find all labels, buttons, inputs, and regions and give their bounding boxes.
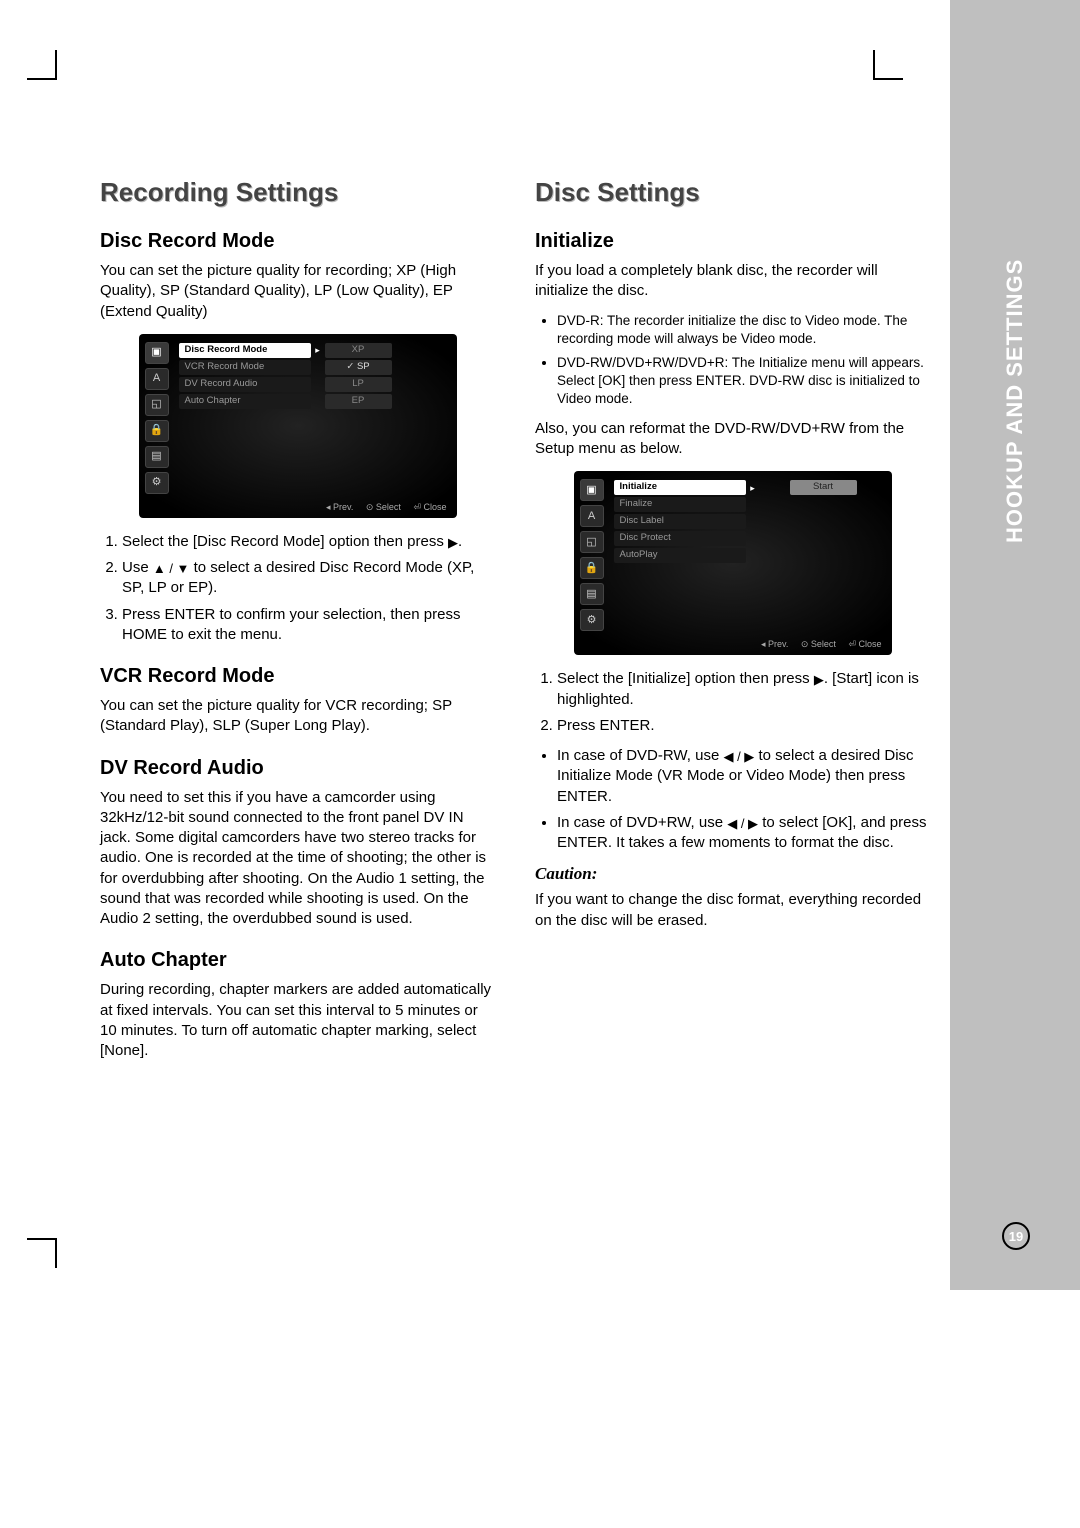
section-title: Disc Settings (535, 175, 930, 210)
osd-item: VCR Record Mode (179, 360, 311, 375)
osd-footer: ◂ Prev. ⊙ Select ⏎ Close (578, 635, 888, 651)
osd-icon: ◱ (145, 394, 169, 416)
step-list: Select the [Disc Record Mode] option the… (100, 532, 495, 645)
osd-screenshot-disc: ▣ A ◱ 🔒 ▤ ⚙ Initialize▸ Start Finalize Di… (574, 471, 892, 655)
body-text: You can set the picture quality for reco… (100, 261, 495, 322)
right-arrow-icon: ▶ (448, 535, 458, 550)
osd-value: XP (325, 343, 392, 358)
osd-item: DV Record Audio (179, 377, 311, 392)
bullet-list: In case of DVD-RW, use ◀ / ▶ to select a… (535, 746, 930, 853)
subsection-heading: Auto Chapter (100, 947, 495, 974)
osd-arrow-icon: ▸ (313, 344, 323, 356)
osd-arrow-icon: ▸ (748, 482, 758, 494)
osd-icon: 🔒 (145, 420, 169, 442)
list-item: Select the [Initialize] option then pres… (557, 669, 930, 710)
section-tab: HOOKUP AND SETTINGS 19 (950, 0, 1080, 1290)
crop-mark (55, 50, 57, 80)
osd-item: AutoPlay (614, 548, 746, 563)
osd-item: Auto Chapter (179, 394, 311, 409)
osd-value: LP (325, 377, 392, 392)
osd-footer-prev: ◂ Prev. (761, 639, 788, 649)
bullet-list: DVD-R: The recorder initialize the disc … (535, 312, 930, 409)
osd-icon-rail: ▣ A ◱ 🔒 ▤ ⚙ (578, 475, 612, 635)
osd-menu: Initialize▸ Start Finalize Disc Label Dis… (612, 475, 888, 635)
osd-screenshot-record: ▣ A ◱ 🔒 ▤ ⚙ Disc Record Mode▸XP VCR Reco… (139, 334, 457, 518)
osd-icon: 🔒 (580, 557, 604, 579)
list-item: In case of DVD-RW, use ◀ / ▶ to select a… (557, 746, 930, 807)
osd-footer: ◂ Prev. ⊙ Select ⏎ Close (143, 498, 453, 514)
subsection-heading: Initialize (535, 228, 930, 255)
osd-item: Initialize (614, 480, 746, 495)
body-text: If you load a completely blank disc, the… (535, 261, 930, 302)
osd-item: Disc Label (614, 514, 746, 529)
list-item: DVD-RW/DVD+RW/DVD+R: The Initialize menu… (557, 354, 930, 409)
osd-icon: ▤ (145, 446, 169, 468)
left-right-arrow-icon: ◀ / ▶ (727, 816, 758, 831)
list-item: Press ENTER to confirm your selection, t… (122, 605, 495, 646)
crop-mark (27, 1238, 57, 1240)
body-text: If you want to change the disc format, e… (535, 890, 930, 931)
step-list: Select the [Initialize] option then pres… (535, 669, 930, 736)
subsection-heading: VCR Record Mode (100, 663, 495, 690)
osd-footer-close: ⏎ Close (848, 639, 881, 649)
osd-icon: ⚙ (145, 472, 169, 494)
subsection-heading: Disc Record Mode (100, 228, 495, 255)
osd-icon: A (145, 368, 169, 390)
body-text: Also, you can reformat the DVD-RW/DVD+RW… (535, 419, 930, 460)
osd-item: Disc Protect (614, 531, 746, 546)
list-item: Use ▲ / ▼ to select a desired Disc Recor… (122, 558, 495, 599)
osd-item: Finalize (614, 497, 746, 512)
crop-mark (873, 78, 903, 80)
osd-start-button: Start (790, 480, 857, 495)
page-number: 19 (1002, 1222, 1030, 1250)
list-item: In case of DVD+RW, use ◀ / ▶ to select [… (557, 813, 930, 854)
right-arrow-icon: ▶ (814, 672, 824, 687)
section-title: Recording Settings (100, 175, 495, 210)
up-down-arrow-icon: ▲ / ▼ (153, 561, 190, 576)
osd-item: Disc Record Mode (179, 343, 311, 358)
osd-footer-close: ⏎ Close (413, 502, 446, 512)
list-item: Select the [Disc Record Mode] option the… (122, 532, 495, 552)
osd-icon: A (580, 505, 604, 527)
osd-value: EP (325, 394, 392, 409)
section-tab-label: HOOKUP AND SETTINGS (1002, 343, 1028, 543)
osd-footer-select: ⊙ Select (801, 639, 836, 649)
left-right-arrow-icon: ◀ / ▶ (723, 749, 754, 764)
list-item: DVD-R: The recorder initialize the disc … (557, 312, 930, 348)
osd-icon: ◱ (580, 531, 604, 553)
right-column: Disc Settings Initialize If you load a c… (535, 175, 930, 1071)
osd-icon: ⚙ (580, 609, 604, 631)
osd-menu: Disc Record Mode▸XP VCR Record Mode SP DV… (177, 338, 453, 498)
osd-icon: ▣ (580, 479, 604, 501)
manual-page: HOOKUP AND SETTINGS 19 Recording Setting… (0, 0, 1080, 1528)
osd-value: SP (325, 360, 392, 375)
caution-heading: Caution: (535, 863, 930, 886)
body-text: You need to set this if you have a camco… (100, 788, 495, 930)
subsection-heading: DV Record Audio (100, 755, 495, 782)
osd-icon: ▣ (145, 342, 169, 364)
osd-icon: ▤ (580, 583, 604, 605)
osd-icon-rail: ▣ A ◱ 🔒 ▤ ⚙ (143, 338, 177, 498)
content-columns: Recording Settings Disc Record Mode You … (100, 175, 930, 1071)
crop-mark (27, 78, 57, 80)
left-column: Recording Settings Disc Record Mode You … (100, 175, 495, 1071)
crop-mark (55, 1238, 57, 1268)
crop-mark (873, 50, 875, 80)
body-text: During recording, chapter markers are ad… (100, 980, 495, 1061)
list-item: Press ENTER. (557, 716, 930, 736)
osd-footer-select: ⊙ Select (366, 502, 401, 512)
body-text: You can set the picture quality for VCR … (100, 696, 495, 737)
osd-footer-prev: ◂ Prev. (326, 502, 353, 512)
